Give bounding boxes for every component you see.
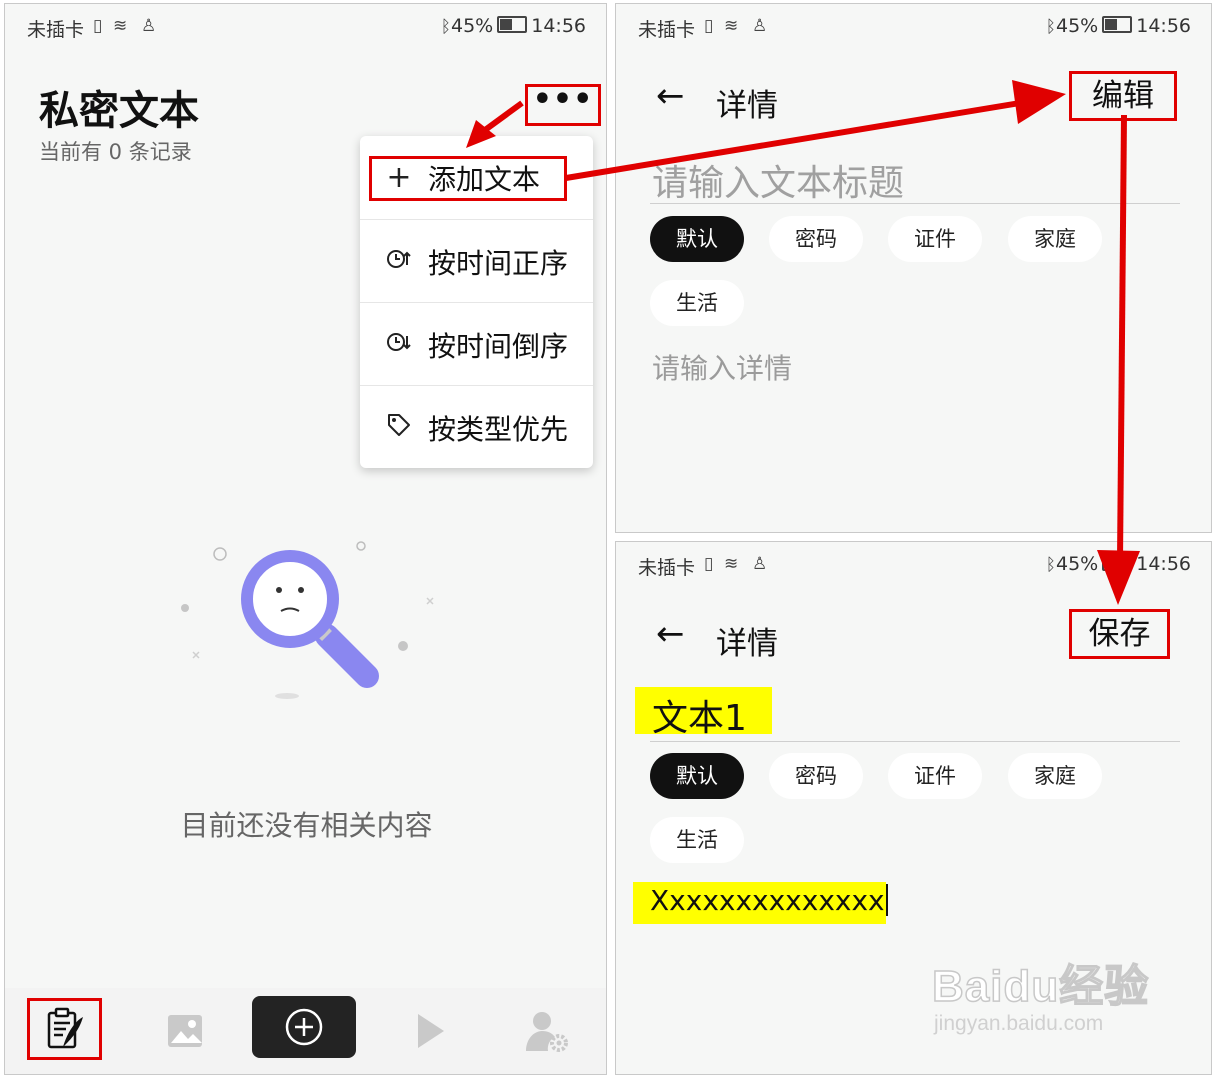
qq-icon: ♙	[752, 554, 768, 574]
text-cursor	[885, 884, 888, 916]
menu-item-time-descending[interactable]: 按时间倒序	[360, 303, 593, 386]
category-chip-default[interactable]: 默认	[650, 216, 744, 262]
clock: 14:56	[1136, 553, 1191, 575]
battery-icon	[1102, 554, 1133, 571]
image-icon	[168, 1015, 202, 1047]
category-chip-password[interactable]: 密码	[769, 216, 863, 262]
page-title: 私密文本	[39, 88, 199, 134]
menu-item-type-priority[interactable]: 按类型优先	[360, 386, 593, 469]
carrier-text: 未插卡	[27, 19, 85, 41]
menu-item-label: 按时间正序	[428, 246, 569, 280]
detail-edit-screen: 未插卡 ▯ ≋ ♙ ᛒ45% 14:56 ← 详情 编辑 请输入文本标题 默认 密…	[615, 3, 1212, 533]
header-title: 详情	[716, 626, 778, 662]
status-bar: 未插卡 ▯ ≋ ♙ ᛒ45% 14:56	[5, 4, 606, 48]
add-icon	[285, 1008, 323, 1046]
category-chip-family[interactable]: 家庭	[1008, 753, 1102, 799]
tab-images[interactable]	[155, 1002, 215, 1060]
bluetooth-icon: ᛒ	[440, 17, 451, 37]
tag-icon	[384, 412, 414, 444]
sim-alert-icon: ▯	[93, 16, 103, 36]
bottom-nav	[5, 988, 606, 1074]
carrier-text: 未插卡	[638, 19, 696, 41]
wifi-icon: ≋	[113, 16, 128, 36]
battery-icon	[1102, 16, 1133, 33]
category-chip-life[interactable]: 生活	[650, 280, 744, 326]
play-icon	[418, 1014, 444, 1048]
wifi-icon: ≋	[724, 16, 739, 36]
clock-ascending-icon	[384, 247, 414, 277]
carrier-text: 未插卡	[638, 557, 696, 579]
category-chip-family[interactable]: 家庭	[1008, 216, 1102, 262]
menu-item-time-ascending[interactable]: 按时间正序	[360, 220, 593, 303]
baidu-watermark: Baidu经验 jingyan.baidu.com	[931, 950, 1150, 1036]
tab-notes[interactable]	[27, 998, 102, 1060]
category-chip-id[interactable]: 证件	[888, 216, 982, 262]
tab-profile[interactable]	[517, 1002, 577, 1060]
menu-item-label: 按类型优先	[428, 412, 569, 446]
battery-percent: 45%	[1056, 15, 1099, 37]
record-count: 当前有 0 条记录	[39, 140, 192, 164]
battery-percent: 45%	[1056, 553, 1099, 575]
sort-menu: + 添加文本 按时间正序 按时间倒序 按类型优先	[360, 136, 593, 468]
user-settings-icon	[526, 1012, 568, 1052]
save-button[interactable]: 保存	[1069, 609, 1170, 659]
sim-alert-icon: ▯	[704, 16, 714, 36]
more-options-button[interactable]: •••	[525, 84, 601, 126]
back-arrow-icon[interactable]: ←	[656, 614, 685, 654]
add-button[interactable]	[252, 996, 356, 1058]
battery-icon	[497, 16, 528, 33]
clock: 14:56	[1136, 15, 1191, 37]
tab-play[interactable]	[405, 1002, 455, 1060]
notes-icon	[47, 1007, 83, 1049]
watermark-url: jingyan.baidu.com	[934, 1012, 1104, 1035]
menu-item-label: 按时间倒序	[428, 329, 569, 363]
detail-input[interactable]: 请输入详情	[652, 347, 792, 387]
title-input[interactable]: 请输入文本标题	[652, 154, 904, 206]
category-chip-password[interactable]: 密码	[769, 753, 863, 799]
bluetooth-icon: ᛒ	[1045, 17, 1056, 37]
wifi-icon: ≋	[724, 554, 739, 574]
clock: 14:56	[531, 15, 586, 37]
empty-state-illustration	[181, 541, 434, 699]
qq-icon: ♙	[141, 16, 157, 36]
back-arrow-icon[interactable]: ←	[656, 76, 685, 116]
status-bar: 未插卡 ▯ ≋ ♙ ᛒ45% 14:56	[616, 542, 1211, 586]
menu-item-add-text[interactable]: + 添加文本	[360, 136, 593, 219]
highlight-box	[369, 156, 567, 201]
main-list-screen: 未插卡 ▯ ≋ ♙ ᛒ45% 14:56 私密文本 当前有 0 条记录 ••• +…	[4, 3, 607, 1075]
clock-descending-icon	[384, 330, 414, 360]
qq-icon: ♙	[752, 16, 768, 36]
sim-alert-icon: ▯	[704, 554, 714, 574]
header-title: 详情	[716, 88, 778, 124]
edit-button[interactable]: 编辑	[1069, 71, 1177, 121]
category-chip-id[interactable]: 证件	[888, 753, 982, 799]
title-input[interactable]: 文本1	[652, 689, 747, 741]
bluetooth-icon: ᛒ	[1045, 555, 1056, 575]
category-chip-life[interactable]: 生活	[650, 817, 744, 863]
empty-state-text: 目前还没有相关内容	[180, 809, 433, 842]
detail-input[interactable]: Xxxxxxxxxxxxxx	[650, 884, 888, 917]
category-chip-default[interactable]: 默认	[650, 753, 744, 799]
status-bar: 未插卡 ▯ ≋ ♙ ᛒ45% 14:56	[616, 4, 1211, 48]
watermark-brand: Baidu经验	[931, 961, 1150, 1012]
battery-percent: 45%	[451, 15, 494, 37]
